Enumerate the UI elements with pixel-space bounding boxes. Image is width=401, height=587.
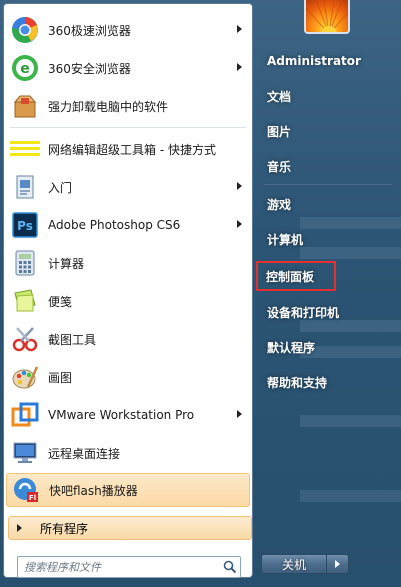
right-item-music[interactable]: 音乐 xyxy=(262,153,394,179)
right-item-label: 默认程序 xyxy=(267,340,316,355)
program-label: 快吧flash播放器 xyxy=(49,483,138,498)
program-item-photoshop[interactable]: Ps Adobe Photoshop CS6 xyxy=(6,207,250,243)
program-item-360-safe[interactable]: e 360安全浏览器 xyxy=(6,50,250,86)
program-panel: 360极速浏览器 e 360安全浏览器 强力卸载电脑中的软件 网络编辑超级工具箱… xyxy=(3,3,253,578)
program-item-net-editor[interactable]: 网络编辑超级工具箱 - 快捷方式 xyxy=(6,131,250,167)
background-ghost xyxy=(300,490,401,502)
right-item-label: Administrator xyxy=(267,54,361,68)
right-item-pictures[interactable]: 图片 xyxy=(262,118,394,144)
right-item-documents[interactable]: 文档 xyxy=(262,83,394,109)
right-item-label: 游戏 xyxy=(267,197,292,212)
right-item-computer[interactable]: 计算机 xyxy=(262,226,394,252)
right-item-label: 音乐 xyxy=(267,159,292,174)
program-label: 截图工具 xyxy=(48,332,97,347)
submenu-arrow-icon xyxy=(237,25,242,33)
flash-player-icon: Fl xyxy=(11,475,41,505)
remote-desktop-icon xyxy=(10,438,40,468)
program-item-uninstaller[interactable]: 强力卸载电脑中的软件 xyxy=(6,88,250,124)
submenu-arrow-icon xyxy=(237,63,242,71)
svg-text:e: e xyxy=(20,61,30,77)
program-item-paint[interactable]: 画图 xyxy=(6,359,250,395)
submenu-arrow-icon xyxy=(237,410,242,418)
program-item-remote-desktop[interactable]: 远程桌面连接 xyxy=(6,435,250,471)
right-item-label: 计算机 xyxy=(267,232,304,247)
program-label: 便笺 xyxy=(48,294,73,309)
right-item-games[interactable]: 游戏 xyxy=(262,191,394,217)
sticky-notes-icon xyxy=(10,286,40,316)
right-item-help-support[interactable]: 帮助和支持 xyxy=(262,369,394,395)
program-label: Adobe Photoshop CS6 xyxy=(48,218,181,232)
program-label: 远程桌面连接 xyxy=(48,446,121,461)
chrome-360-icon xyxy=(10,15,40,45)
program-item-snipping-tool[interactable]: 截图工具 xyxy=(6,321,250,357)
program-item-vmware[interactable]: VMware Workstation Pro xyxy=(6,397,250,433)
submenu-arrow-icon xyxy=(237,220,242,228)
background-ghost xyxy=(300,415,401,427)
getting-started-icon xyxy=(10,172,40,202)
program-label: VMware Workstation Pro xyxy=(48,408,195,422)
right-item-default-programs[interactable]: 默认程序 xyxy=(262,334,394,360)
shutdown-control: 关机 xyxy=(261,554,349,574)
program-item-sticky-notes[interactable]: 便笺 xyxy=(6,283,250,319)
photoshop-icon: Ps xyxy=(10,210,40,240)
program-item-calculator[interactable]: 计算器 xyxy=(6,245,250,281)
program-label: 网络编辑超级工具箱 - 快捷方式 xyxy=(48,142,216,157)
vmware-icon xyxy=(10,400,40,430)
program-label: 计算器 xyxy=(48,256,85,271)
calculator-icon xyxy=(10,248,40,278)
all-programs-label: 所有程序 xyxy=(40,521,89,536)
program-label: 360极速浏览器 xyxy=(48,23,131,38)
right-item-control-panel[interactable]: 控制面板 xyxy=(256,261,336,291)
right-item-label: 文档 xyxy=(267,89,292,104)
triangle-right-icon xyxy=(335,560,340,568)
all-programs-button[interactable]: 所有程序 xyxy=(8,516,252,540)
shutdown-label: 关机 xyxy=(281,557,306,572)
search-box[interactable] xyxy=(17,556,241,578)
right-item-user[interactable]: Administrator xyxy=(262,48,394,74)
submenu-arrow-icon xyxy=(237,182,242,190)
program-label: 强力卸载电脑中的软件 xyxy=(48,99,169,114)
separator xyxy=(264,184,392,185)
svg-text:Ps: Ps xyxy=(17,219,33,233)
yellow-lines-icon xyxy=(10,134,40,164)
right-item-label: 帮助和支持 xyxy=(267,375,328,390)
svg-text:Fl: Fl xyxy=(29,494,36,502)
program-label: 画图 xyxy=(48,370,73,385)
ie-360-icon: e xyxy=(10,53,40,83)
uninstall-box-icon xyxy=(10,91,40,121)
right-item-label: 设备和打印机 xyxy=(267,305,340,320)
program-item-flash-player[interactable]: Fl 快吧flash播放器 xyxy=(6,473,250,507)
paint-icon xyxy=(10,362,40,392)
user-picture[interactable] xyxy=(304,0,350,34)
right-item-label: 控制面板 xyxy=(266,269,315,284)
program-item-getting-started[interactable]: 入门 xyxy=(6,169,250,205)
search-input[interactable] xyxy=(18,558,220,576)
program-item-360-chrome[interactable]: 360极速浏览器 xyxy=(6,12,250,48)
separator xyxy=(10,127,246,128)
start-menu: 360极速浏览器 e 360安全浏览器 强力卸载电脑中的软件 网络编辑超级工具箱… xyxy=(0,0,401,587)
shutdown-button[interactable]: 关机 xyxy=(261,554,327,574)
search-icon[interactable] xyxy=(220,557,240,577)
right-item-label: 图片 xyxy=(267,124,292,139)
shutdown-options-button[interactable] xyxy=(327,554,349,574)
snipping-tool-icon xyxy=(10,324,40,354)
program-label: 入门 xyxy=(48,180,73,195)
program-label: 360安全浏览器 xyxy=(48,61,131,76)
right-item-devices-printers[interactable]: 设备和打印机 xyxy=(262,299,394,325)
triangle-right-icon xyxy=(17,524,22,532)
